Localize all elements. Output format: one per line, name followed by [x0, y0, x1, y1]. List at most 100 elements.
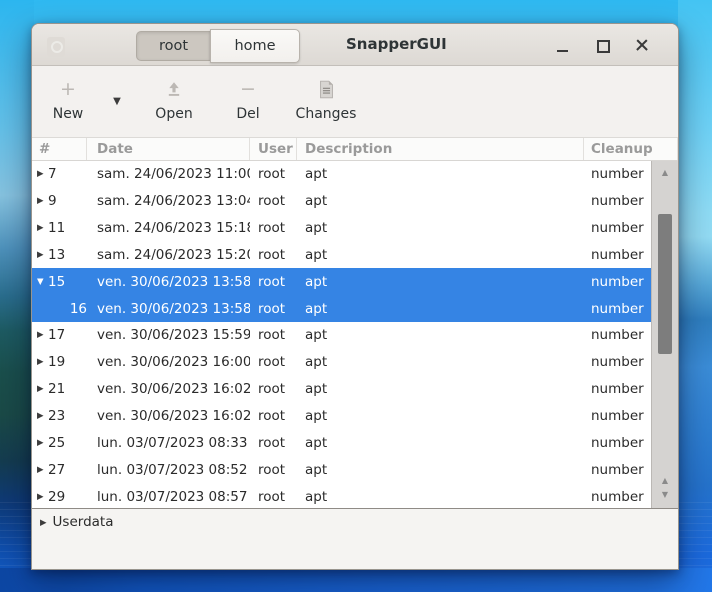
- snapshot-description: apt: [297, 274, 584, 290]
- table-row[interactable]: ▶27lun. 03/07/2023 08:52rootaptnumber: [32, 456, 678, 483]
- row-expander-icon[interactable]: ▶: [32, 384, 48, 394]
- delete-button-label: Del: [236, 106, 259, 122]
- row-expander-icon[interactable]: ▶: [32, 357, 48, 367]
- table-row[interactable]: ▶29lun. 03/07/2023 08:57rootaptnumber: [32, 483, 678, 508]
- maximize-icon[interactable]: [592, 35, 612, 55]
- snapshot-date: sam. 24/06/2023 11:00: [87, 166, 250, 182]
- userdata-label[interactable]: Userdata: [53, 514, 114, 530]
- snapshot-number: 17: [48, 327, 87, 343]
- config-tab-group: root home: [136, 29, 300, 63]
- scroll-up2-icon[interactable]: ▲: [652, 476, 678, 486]
- dropdown-arrow-icon: ▼: [113, 96, 121, 107]
- row-expander-icon[interactable]: ▶: [32, 169, 48, 179]
- delete-button[interactable]: − Del: [228, 66, 268, 137]
- snapshot-description: apt: [297, 247, 584, 263]
- document-icon: [318, 80, 335, 99]
- row-expander-icon[interactable]: ▶: [32, 438, 48, 448]
- titlebar[interactable]: root home SnapperGUI: [32, 24, 678, 66]
- snapshot-number: 13: [48, 247, 87, 263]
- column-header-number[interactable]: #: [32, 138, 87, 160]
- snapshot-description: apt: [297, 354, 584, 370]
- row-expander-icon[interactable]: ▶: [32, 411, 48, 421]
- userdata-expander-icon[interactable]: ▶: [40, 518, 47, 528]
- close-icon[interactable]: [632, 35, 652, 55]
- snapshot-user: root: [250, 166, 297, 182]
- snapshot-user: root: [250, 408, 297, 424]
- snapshot-description: apt: [297, 462, 584, 478]
- vertical-scrollbar[interactable]: ▲ ▲ ▼: [651, 161, 678, 508]
- table-row[interactable]: ▶19ven. 30/06/2023 16:00rootaptnumber: [32, 349, 678, 376]
- table-row[interactable]: ▶21ven. 30/06/2023 16:02rootaptnumber: [32, 376, 678, 403]
- snapshot-user: root: [250, 220, 297, 236]
- snapshot-number: 16: [48, 301, 87, 317]
- snapshot-user: root: [250, 193, 297, 209]
- open-button[interactable]: Open: [148, 66, 200, 137]
- row-expander-icon[interactable]: ▶: [32, 223, 48, 233]
- snapshot-description: apt: [297, 435, 584, 451]
- table-row[interactable]: ▼15ven. 30/06/2023 13:58rootaptnumber: [32, 268, 678, 295]
- snapshot-user: root: [250, 301, 297, 317]
- snapshot-description: apt: [297, 489, 584, 505]
- snapshot-description: apt: [297, 381, 584, 397]
- snapshot-date: ven. 30/06/2023 13:58: [87, 274, 250, 290]
- snapshot-number: 15: [48, 274, 87, 290]
- snapshot-description: apt: [297, 408, 584, 424]
- snapshot-date: sam. 24/06/2023 15:20: [87, 247, 250, 263]
- new-dropdown-button[interactable]: ▼: [102, 66, 132, 137]
- snapshot-date: ven. 30/06/2023 13:58: [87, 301, 250, 317]
- row-expander-icon[interactable]: ▶: [32, 250, 48, 260]
- row-expander-icon[interactable]: ▶: [32, 492, 48, 502]
- snapshot-description: apt: [297, 193, 584, 209]
- snappergui-window: root home SnapperGUI + New ▼: [31, 23, 679, 570]
- snapshot-number: 27: [48, 462, 87, 478]
- scrollbar-thumb[interactable]: [658, 214, 672, 354]
- column-header-user[interactable]: User: [250, 138, 297, 160]
- snapshot-number: 9: [48, 193, 87, 209]
- snapshot-user: root: [250, 354, 297, 370]
- snapshot-date: sam. 24/06/2023 13:04: [87, 193, 250, 209]
- snapshot-description: apt: [297, 166, 584, 182]
- upload-arrow-icon: [165, 80, 183, 98]
- scroll-up-icon[interactable]: ▲: [652, 168, 678, 178]
- table-row[interactable]: ▶9sam. 24/06/2023 13:04rootaptnumber: [32, 188, 678, 215]
- minimize-icon[interactable]: [552, 35, 572, 55]
- plus-icon: +: [60, 80, 76, 99]
- tab-home[interactable]: home: [210, 29, 300, 63]
- snapshot-date: lun. 03/07/2023 08:33: [87, 435, 250, 451]
- snapshot-date: lun. 03/07/2023 08:52: [87, 462, 250, 478]
- open-button-label: Open: [155, 106, 192, 122]
- table-row[interactable]: ▶25lun. 03/07/2023 08:33rootaptnumber: [32, 429, 678, 456]
- scroll-down-icon[interactable]: ▼: [652, 490, 678, 500]
- table-row[interactable]: ▶23ven. 30/06/2023 16:02rootaptnumber: [32, 403, 678, 430]
- snapshot-user: root: [250, 381, 297, 397]
- table-row[interactable]: ▶7sam. 24/06/2023 11:00rootaptnumber: [32, 161, 678, 188]
- column-header-cleanup[interactable]: Cleanup: [584, 138, 678, 160]
- snapshot-user: root: [250, 247, 297, 263]
- row-expander-icon[interactable]: ▼: [32, 277, 48, 287]
- window-title: SnapperGUI: [346, 24, 447, 66]
- snapshot-number: 19: [48, 354, 87, 370]
- table-row[interactable]: 16ven. 30/06/2023 13:58rootaptnumber: [32, 295, 678, 322]
- window-controls: [552, 24, 652, 66]
- wallpaper-bottom-water: [0, 568, 712, 592]
- column-header-description[interactable]: Description: [297, 138, 584, 160]
- changes-button[interactable]: Changes: [290, 66, 362, 137]
- snapshot-number: 25: [48, 435, 87, 451]
- snapshot-number: 7: [48, 166, 87, 182]
- snapshot-table: # Date User Description Cleanup ▶7sam. 2…: [32, 138, 678, 508]
- table-row[interactable]: ▶17ven. 30/06/2023 15:59rootaptnumber: [32, 322, 678, 349]
- snapshot-user: root: [250, 489, 297, 505]
- table-row[interactable]: ▶13sam. 24/06/2023 15:20rootaptnumber: [32, 242, 678, 269]
- row-expander-icon[interactable]: ▶: [32, 330, 48, 340]
- app-icon: [47, 37, 65, 57]
- tab-root[interactable]: root: [136, 31, 210, 61]
- snapshot-date: ven. 30/06/2023 16:02: [87, 408, 250, 424]
- snapshot-number: 11: [48, 220, 87, 236]
- column-header-date[interactable]: Date: [87, 138, 250, 160]
- row-expander-icon[interactable]: ▶: [32, 196, 48, 206]
- table-row[interactable]: ▶11sam. 24/06/2023 15:18rootaptnumber: [32, 215, 678, 242]
- snapshot-number: 23: [48, 408, 87, 424]
- row-expander-icon[interactable]: ▶: [32, 465, 48, 475]
- snapshot-number: 29: [48, 489, 87, 505]
- new-button[interactable]: + New: [44, 66, 92, 137]
